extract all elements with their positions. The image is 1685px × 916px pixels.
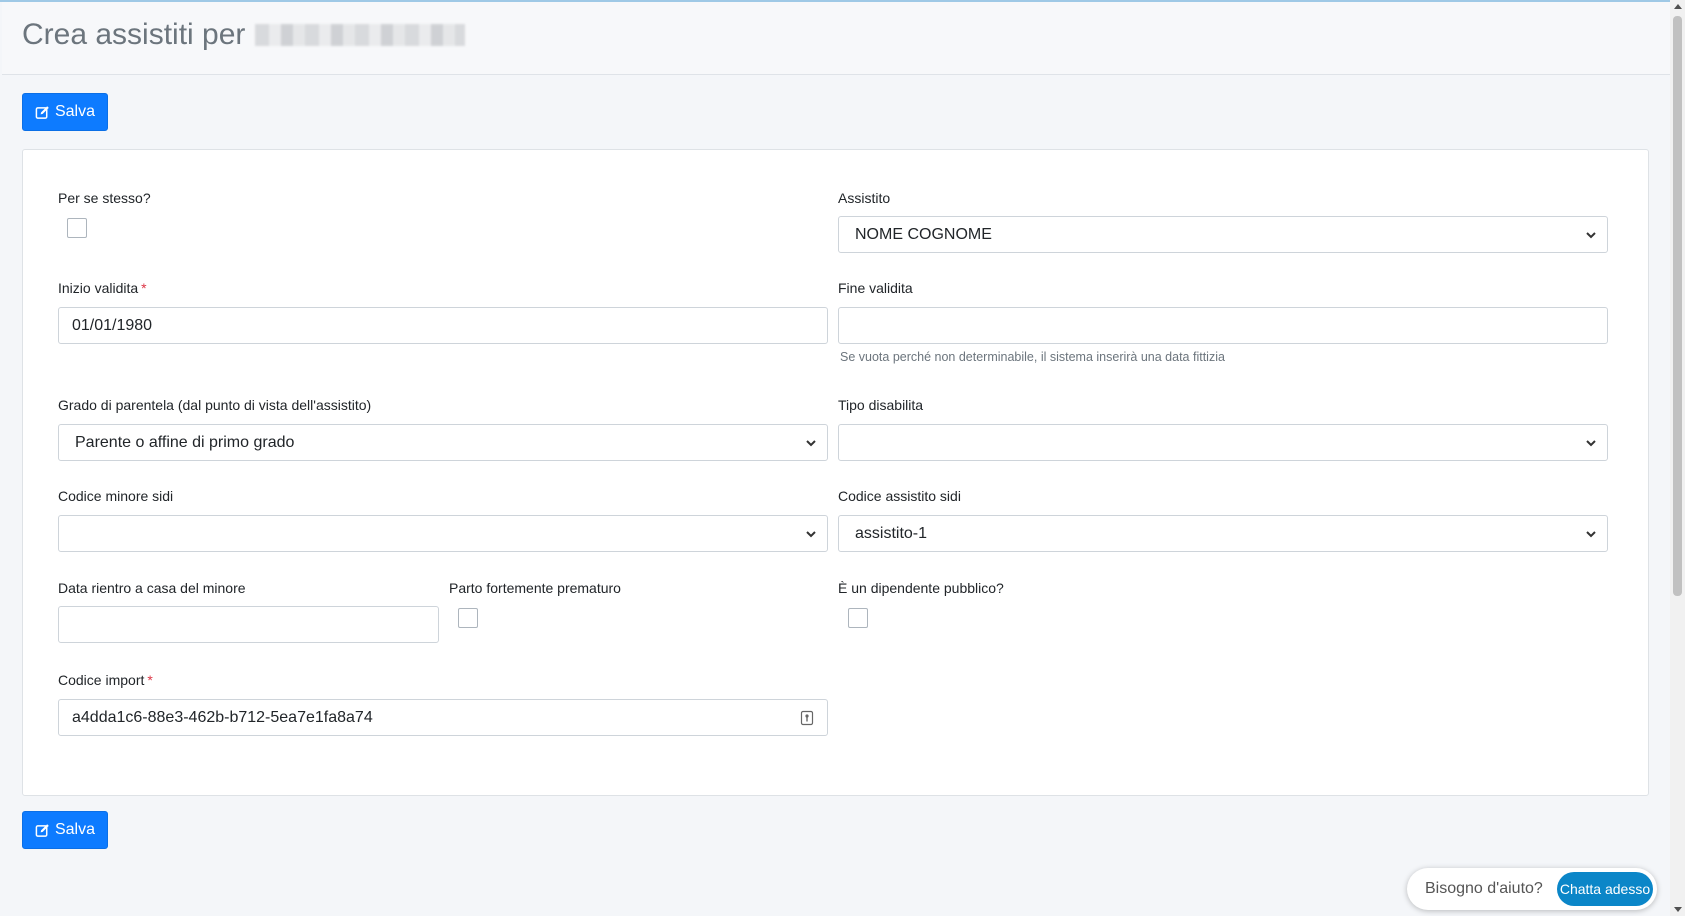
codice-minore-sidi-select[interactable] (58, 515, 828, 552)
page-title: Crea assistiti per (22, 18, 466, 52)
save-button-top[interactable]: Salva (22, 93, 108, 131)
chat-prompt: Bisogno d'aiuto? (1425, 880, 1543, 897)
scroll-down-arrow-icon[interactable] (1674, 907, 1682, 912)
chat-widget: Bisogno d'aiuto? Chatta adesso (1407, 868, 1657, 910)
chat-now-button[interactable]: Chatta adesso (1557, 872, 1653, 906)
dipendente-pubblico-checkbox[interactable] (848, 608, 868, 628)
codice-assistito-sidi-label: Codice assistito sidi (838, 488, 961, 504)
codice-import-input[interactable]: a4dda1c6-88e3-462b-b712-5ea7e1fa8a74 (58, 699, 828, 736)
save-button-bottom[interactable]: Salva (22, 811, 108, 849)
scrollbar-thumb[interactable] (1673, 16, 1682, 596)
grado-parentela-label: Grado di parentela (dal punto di vista d… (58, 397, 372, 413)
assistito-label: Assistito (838, 190, 891, 206)
vertical-scrollbar[interactable] (1670, 0, 1685, 916)
chevron-down-icon (1586, 232, 1596, 239)
password-manager-icon[interactable] (800, 710, 814, 726)
tipo-disabilita-select[interactable] (838, 424, 1608, 461)
scroll-up-arrow-icon[interactable] (1674, 4, 1682, 9)
codice-assistito-sidi-value: assistito-1 (855, 524, 928, 542)
assistito-select[interactable]: NOME COGNOME (838, 216, 1608, 253)
parto-prematuro-label: Parto fortemente prematuro (449, 580, 621, 596)
codice-minore-sidi-label: Codice minore sidi (58, 488, 174, 504)
fine-validita-input[interactable] (838, 307, 1608, 344)
tipo-disabilita-label: Tipo disabilita (838, 397, 924, 413)
fine-validita-help: Se vuota perché non determinabile, il si… (840, 350, 1225, 364)
edit-icon (35, 823, 49, 837)
per-se-stesso-checkbox[interactable] (67, 218, 87, 238)
inizio-validita-label: Inizio validita * (58, 280, 147, 296)
inizio-validita-value: 01/01/1980 (72, 316, 153, 334)
page-header: Crea assistiti per (2, 2, 1670, 75)
dipendente-pubblico-label: È un dipendente pubblico? (838, 580, 1004, 596)
chevron-down-icon (806, 531, 816, 538)
codice-import-label-text: Codice import (58, 672, 145, 688)
parto-prematuro-checkbox[interactable] (458, 608, 478, 628)
data-rientro-input[interactable] (58, 606, 439, 643)
chevron-down-icon (1586, 531, 1596, 538)
codice-assistito-sidi-select[interactable]: assistito-1 (838, 515, 1608, 552)
data-rientro-label: Data rientro a casa del minore (58, 580, 246, 596)
required-marker: * (141, 280, 147, 296)
fine-validita-label: Fine validita (838, 280, 913, 296)
codice-import-value: a4dda1c6-88e3-462b-b712-5ea7e1fa8a74 (72, 708, 373, 726)
redacted-name (255, 24, 466, 46)
required-marker: * (147, 672, 153, 688)
chevron-down-icon (806, 440, 816, 447)
inizio-validita-label-text: Inizio validita (58, 280, 139, 296)
grado-parentela-value: Parente o affine di primo grado (75, 433, 295, 451)
save-button-label: Salva (54, 821, 96, 838)
assistito-value: NOME COGNOME (855, 225, 992, 243)
codice-import-label: Codice import * (58, 672, 153, 688)
edit-icon (35, 105, 49, 119)
grado-parentela-select[interactable]: Parente o affine di primo grado (58, 424, 828, 461)
chevron-down-icon (1586, 440, 1596, 447)
form-card: Per se stesso? Assistito NOME COGNOME In… (22, 149, 1649, 796)
per-se-stesso-label: Per se stesso? (58, 190, 151, 206)
inizio-validita-input[interactable]: 01/01/1980 (58, 307, 828, 344)
page-title-text: Crea assistiti per (22, 18, 246, 51)
save-button-label: Salva (54, 103, 96, 120)
